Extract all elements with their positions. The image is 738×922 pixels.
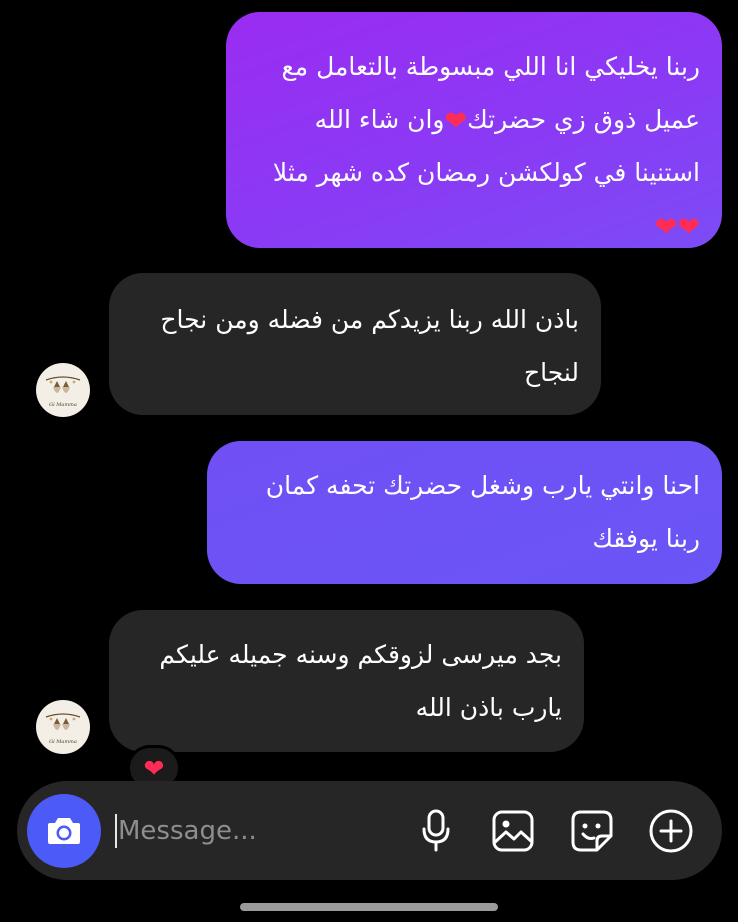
gallery-button[interactable] — [489, 807, 537, 855]
plus-icon — [649, 809, 693, 853]
message-line: ❤❤ — [246, 199, 700, 252]
message-line: استنينا في كولكشن رمضان كده شهر مثلا — [272, 158, 700, 187]
gallery-icon — [492, 810, 534, 852]
camera-icon — [48, 818, 80, 844]
message-line: احنا وانتي يارب وشغل حضرتك تحفه كمان — [265, 471, 700, 500]
message-line: عميل ذوق زي حضرتك❤وان شاء الله — [246, 93, 700, 146]
avatar-text: Gi Mamma — [49, 402, 77, 408]
microphone-icon — [422, 809, 450, 852]
message-line: باذن الله ربنا يزيدكم من فضله ومن نجاح — [160, 305, 579, 334]
red-heart-emoji: ❤ — [654, 211, 678, 243]
message-line: يارب باذن الله — [415, 693, 562, 722]
microphone-button[interactable] — [412, 807, 460, 855]
message-text: عميل ذوق زي حضرتك — [467, 105, 700, 134]
message-line: ربنا يخليكي انا اللي مبسوطة بالتعامل مع — [281, 52, 700, 81]
home-indicator[interactable] — [240, 903, 498, 911]
text-cursor — [115, 814, 117, 848]
avatar-logo-icon: Gi Mamma — [45, 713, 81, 745]
sender-avatar[interactable]: Gi Mamma — [36, 700, 90, 754]
message-input[interactable] — [118, 801, 398, 861]
message-composer — [17, 781, 722, 880]
red-heart-emoji: ❤ — [143, 753, 165, 783]
avatar-logo-icon: Gi Mamma — [45, 376, 81, 408]
message-text: وان شاء الله — [314, 105, 445, 134]
sticker-icon — [571, 810, 613, 852]
red-heart-emoji: ❤ — [444, 105, 468, 137]
add-button[interactable] — [647, 807, 695, 855]
outgoing-message-bubble[interactable]: احنا وانتي يارب وشغل حضرتك تحفه كمان ربن… — [207, 441, 722, 584]
message-line: لنجاح — [523, 358, 579, 387]
incoming-message-bubble[interactable]: بجد ميرسى لزوقكم وسنه جميله عليكم يارب ب… — [109, 610, 584, 752]
message-line: ربنا يوفقك — [592, 524, 700, 553]
message-line: بجد ميرسى لزوقكم وسنه جميله عليكم — [159, 640, 562, 669]
chat-screen: ربنا يخليكي انا اللي مبسوطة بالتعامل مع … — [0, 0, 738, 922]
camera-button[interactable] — [27, 794, 101, 868]
outgoing-message-bubble[interactable]: ربنا يخليكي انا اللي مبسوطة بالتعامل مع … — [226, 12, 722, 248]
red-heart-emoji: ❤ — [677, 211, 700, 243]
sticker-button[interactable] — [568, 807, 616, 855]
sender-avatar[interactable]: Gi Mamma — [36, 363, 90, 417]
avatar-text: Gi Mamma — [49, 739, 77, 745]
incoming-message-bubble[interactable]: باذن الله ربنا يزيدكم من فضله ومن نجاح ل… — [109, 273, 601, 415]
